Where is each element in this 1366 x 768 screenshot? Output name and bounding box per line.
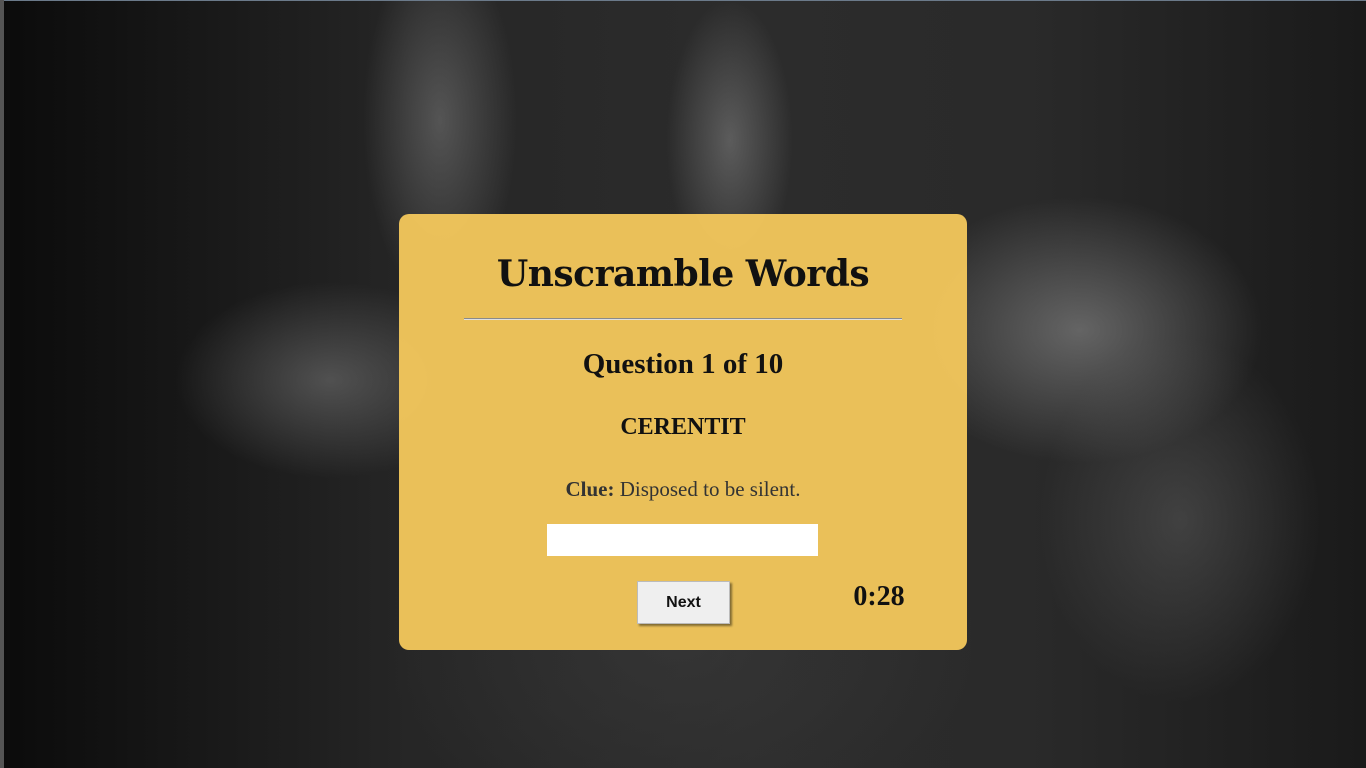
next-button[interactable]: Next <box>637 581 730 624</box>
window-top-edge <box>0 0 1366 1</box>
window-left-edge <box>0 0 4 768</box>
game-title: Unscramble Words <box>496 253 870 295</box>
clue-text: Disposed to be silent. <box>619 477 801 501</box>
clue-label: Clue: <box>565 477 615 501</box>
game-card: Unscramble Words Question 1 of 10 CERENT… <box>399 214 967 650</box>
question-counter: Question 1 of 10 <box>582 348 784 380</box>
scrambled-word: CERENTIT <box>620 414 746 440</box>
countdown-timer: 0:28 <box>853 581 905 612</box>
title-divider <box>464 318 902 320</box>
clue: Clue: Disposed to be silent. <box>399 475 967 503</box>
answer-input[interactable] <box>547 524 818 556</box>
